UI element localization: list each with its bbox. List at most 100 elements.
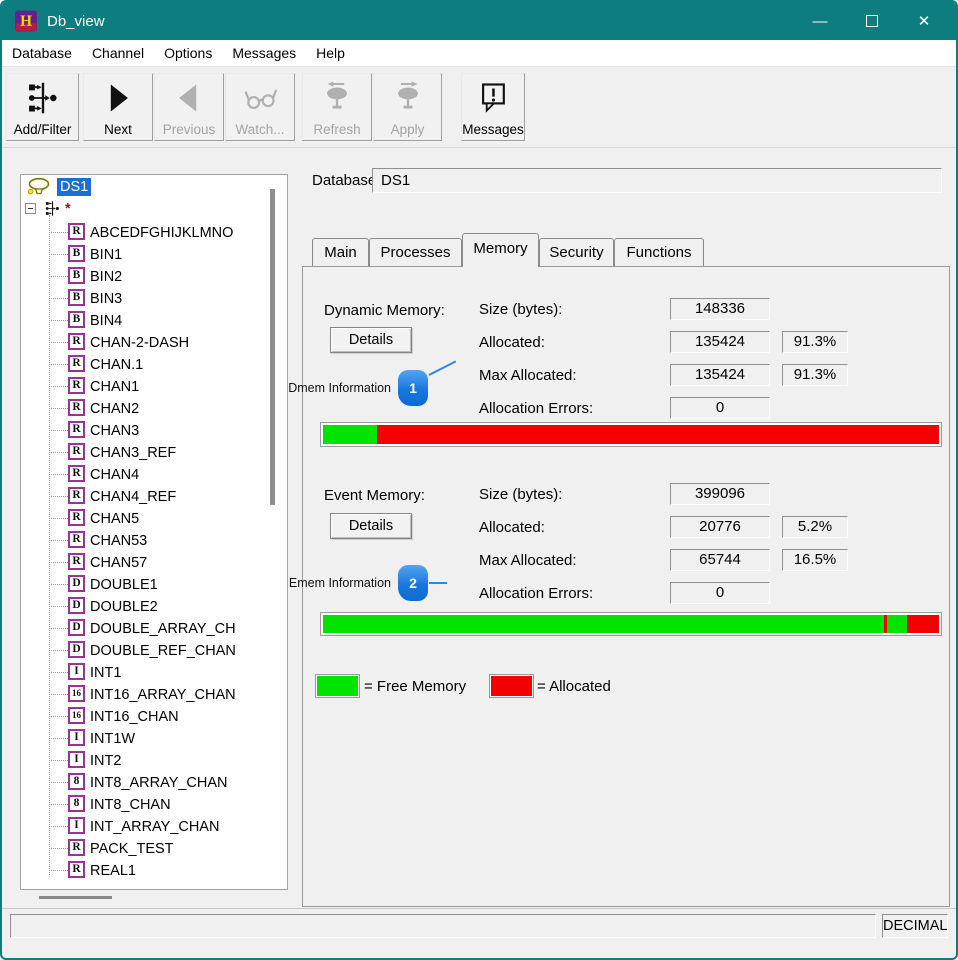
field-percent: 91.3% (782, 331, 848, 353)
tree-root-label[interactable]: DS1 (57, 178, 91, 196)
allocated-segment (377, 425, 939, 444)
tree-item-chan57[interactable]: RCHAN57 (21, 553, 287, 573)
next-button[interactable]: Next (83, 73, 153, 141)
tree-item-abcedfghijklmno[interactable]: RABCEDFGHIJKLMNO (21, 223, 287, 243)
tree-item-double2[interactable]: D DOUBLE2 (21, 597, 287, 617)
tree-item-chan4[interactable]: RCHAN4 (21, 465, 287, 485)
tree-item-pack_test[interactable]: RPACK_TEST (21, 839, 287, 859)
tree-vertical-scrollbar[interactable] (270, 189, 275, 505)
tree-item-int1[interactable]: IINT1 (21, 663, 287, 683)
tree-item-int16_array_chan[interactable]: 16INT16_ARRAY_CHAN (21, 685, 287, 705)
tree-item-bin1[interactable]: BBIN1 (21, 245, 287, 265)
tree-item-bin3[interactable]: B BIN3 (21, 289, 287, 309)
tree-connector-stub (49, 760, 68, 761)
tree-root-row[interactable]: DS1 (21, 177, 287, 197)
toolbar-button-label: Apply (391, 122, 425, 137)
tree-connector-stub (49, 518, 68, 519)
tree-branch-label: * (65, 200, 71, 218)
menu-item-database[interactable]: Database (2, 40, 82, 67)
tree-item-label: CHAN3_REF (90, 444, 176, 462)
tree-item-chan1[interactable]: RCHAN1 (21, 377, 287, 397)
tab-security[interactable]: Security (539, 238, 614, 266)
tree-item-label: CHAN53 (90, 532, 147, 550)
tree-item-label: CHAN1 (90, 378, 139, 396)
field-value: 0 (670, 397, 770, 419)
maximize-button[interactable] (846, 2, 898, 40)
menu-item-messages[interactable]: Messages (222, 40, 306, 67)
type-icon-r: R (68, 553, 85, 570)
tree-item-label: CHAN-2-DASH (90, 334, 189, 352)
tree-connector-stub (49, 364, 68, 365)
tree-item-real1[interactable]: RREAL1 (21, 861, 287, 881)
tab-main[interactable]: Main (312, 238, 369, 266)
tree-item-chan5[interactable]: RCHAN5 (21, 509, 287, 529)
details-button[interactable]: Details (330, 327, 412, 353)
type-icon-r: R (68, 223, 85, 240)
tree-item-chan-2-dash[interactable]: RCHAN-2-DASH (21, 333, 287, 353)
tree-item-chan4_ref[interactable]: R CHAN4_REF (21, 487, 287, 507)
tab-memory[interactable]: Memory (462, 233, 539, 267)
tree-connector-stub (49, 716, 68, 717)
tree-item-double1[interactable]: DDOUBLE1 (21, 575, 287, 595)
tree-connector-stub (49, 782, 68, 783)
tab-functions[interactable]: Functions (614, 238, 704, 266)
field-label: Size (bytes): (479, 301, 562, 318)
tree-item-label: DOUBLE2 (90, 598, 158, 616)
tree-item-bin4[interactable]: BBIN4 (21, 311, 287, 331)
tree-item-int_array_chan[interactable]: IINT_ARRAY_CHAN (21, 817, 287, 837)
add-filter-button[interactable]: Add/Filter (6, 73, 79, 141)
refresh-button[interactable]: Refresh (302, 73, 372, 141)
field-percent: 5.2% (782, 516, 848, 538)
tree-item-chan2[interactable]: R CHAN2 (21, 399, 287, 419)
toolbar: Add/FilterNextPrevious Watch... Refresh … (2, 67, 956, 148)
expand-collapse-box[interactable] (25, 203, 36, 214)
tree-connector-stub (49, 232, 68, 233)
minimize-button[interactable]: — (794, 2, 846, 40)
tree-item-int8_chan[interactable]: 8INT8_CHAN (21, 795, 287, 815)
menu-item-channel[interactable]: Channel (82, 40, 154, 67)
tree-item-label: CHAN.1 (90, 356, 143, 374)
tab-processes[interactable]: Processes (369, 238, 462, 266)
menu-item-options[interactable]: Options (154, 40, 222, 67)
tree-item-chan53[interactable]: R CHAN53 (21, 531, 287, 551)
tree-connector-stub (49, 342, 68, 343)
tree-horizontal-scrollbar[interactable] (39, 896, 112, 899)
tree-item-label: BIN3 (90, 290, 122, 308)
status-mode-indicator: DECIMAL (882, 914, 948, 938)
type-icon-b: B (68, 289, 85, 306)
tree-item-int8_array_chan[interactable]: 8INT8_ARRAY_CHAN (21, 773, 287, 793)
tree-item-double_array_ch[interactable]: DDOUBLE_ARRAY_CH (21, 619, 287, 639)
type-icon-r: R (68, 839, 85, 856)
tree-connector-stub (49, 848, 68, 849)
tree-item-chan3[interactable]: RCHAN3 (21, 421, 287, 441)
tree-item-label: CHAN4_REF (90, 488, 176, 506)
type-icon-r: R (68, 509, 85, 526)
database-value: DS1 (381, 172, 410, 189)
type-icon-d: D (68, 597, 85, 614)
tree-item-bin2[interactable]: BBIN2 (21, 267, 287, 287)
channel-tree: DS1 * RABCEDFGHIJKLMNOBBIN1BBIN2 B BIN3 BBIN… (20, 174, 288, 890)
tree-item-double_ref_chan[interactable]: DDOUBLE_REF_CHAN (21, 641, 287, 661)
tree-item-int16_chan[interactable]: 16INT16_CHAN (21, 707, 287, 727)
tree-item-chan.1[interactable]: RCHAN.1 (21, 355, 287, 375)
field-label: Allocated: (479, 334, 545, 351)
tree-item-label: CHAN2 (90, 400, 139, 418)
svg-text:H: H (20, 13, 32, 30)
menu-item-help[interactable]: Help (306, 40, 355, 67)
free-segment (323, 615, 884, 633)
tree-item-label: INT16_ARRAY_CHAN (90, 686, 236, 704)
tree-branch-row[interactable]: * (21, 199, 287, 219)
tree-item-chan3_ref[interactable]: RCHAN3_REF (21, 443, 287, 463)
type-icon-r: R (68, 531, 85, 548)
watch--button[interactable]: Watch... (225, 73, 295, 141)
messages-button[interactable]: Messages (461, 73, 525, 141)
previous-button[interactable]: Previous (154, 73, 224, 141)
type-icon-r: R (68, 399, 85, 416)
type-icon-r: R (68, 487, 85, 504)
tree-item-int1w[interactable]: IINT1W (21, 729, 287, 749)
tree-connector-stub (49, 606, 68, 607)
close-button[interactable]: ✕ (898, 2, 950, 40)
details-button[interactable]: Details (330, 513, 412, 539)
tree-item-int2[interactable]: IINT2 (21, 751, 287, 771)
apply-button[interactable]: Apply (373, 73, 442, 141)
